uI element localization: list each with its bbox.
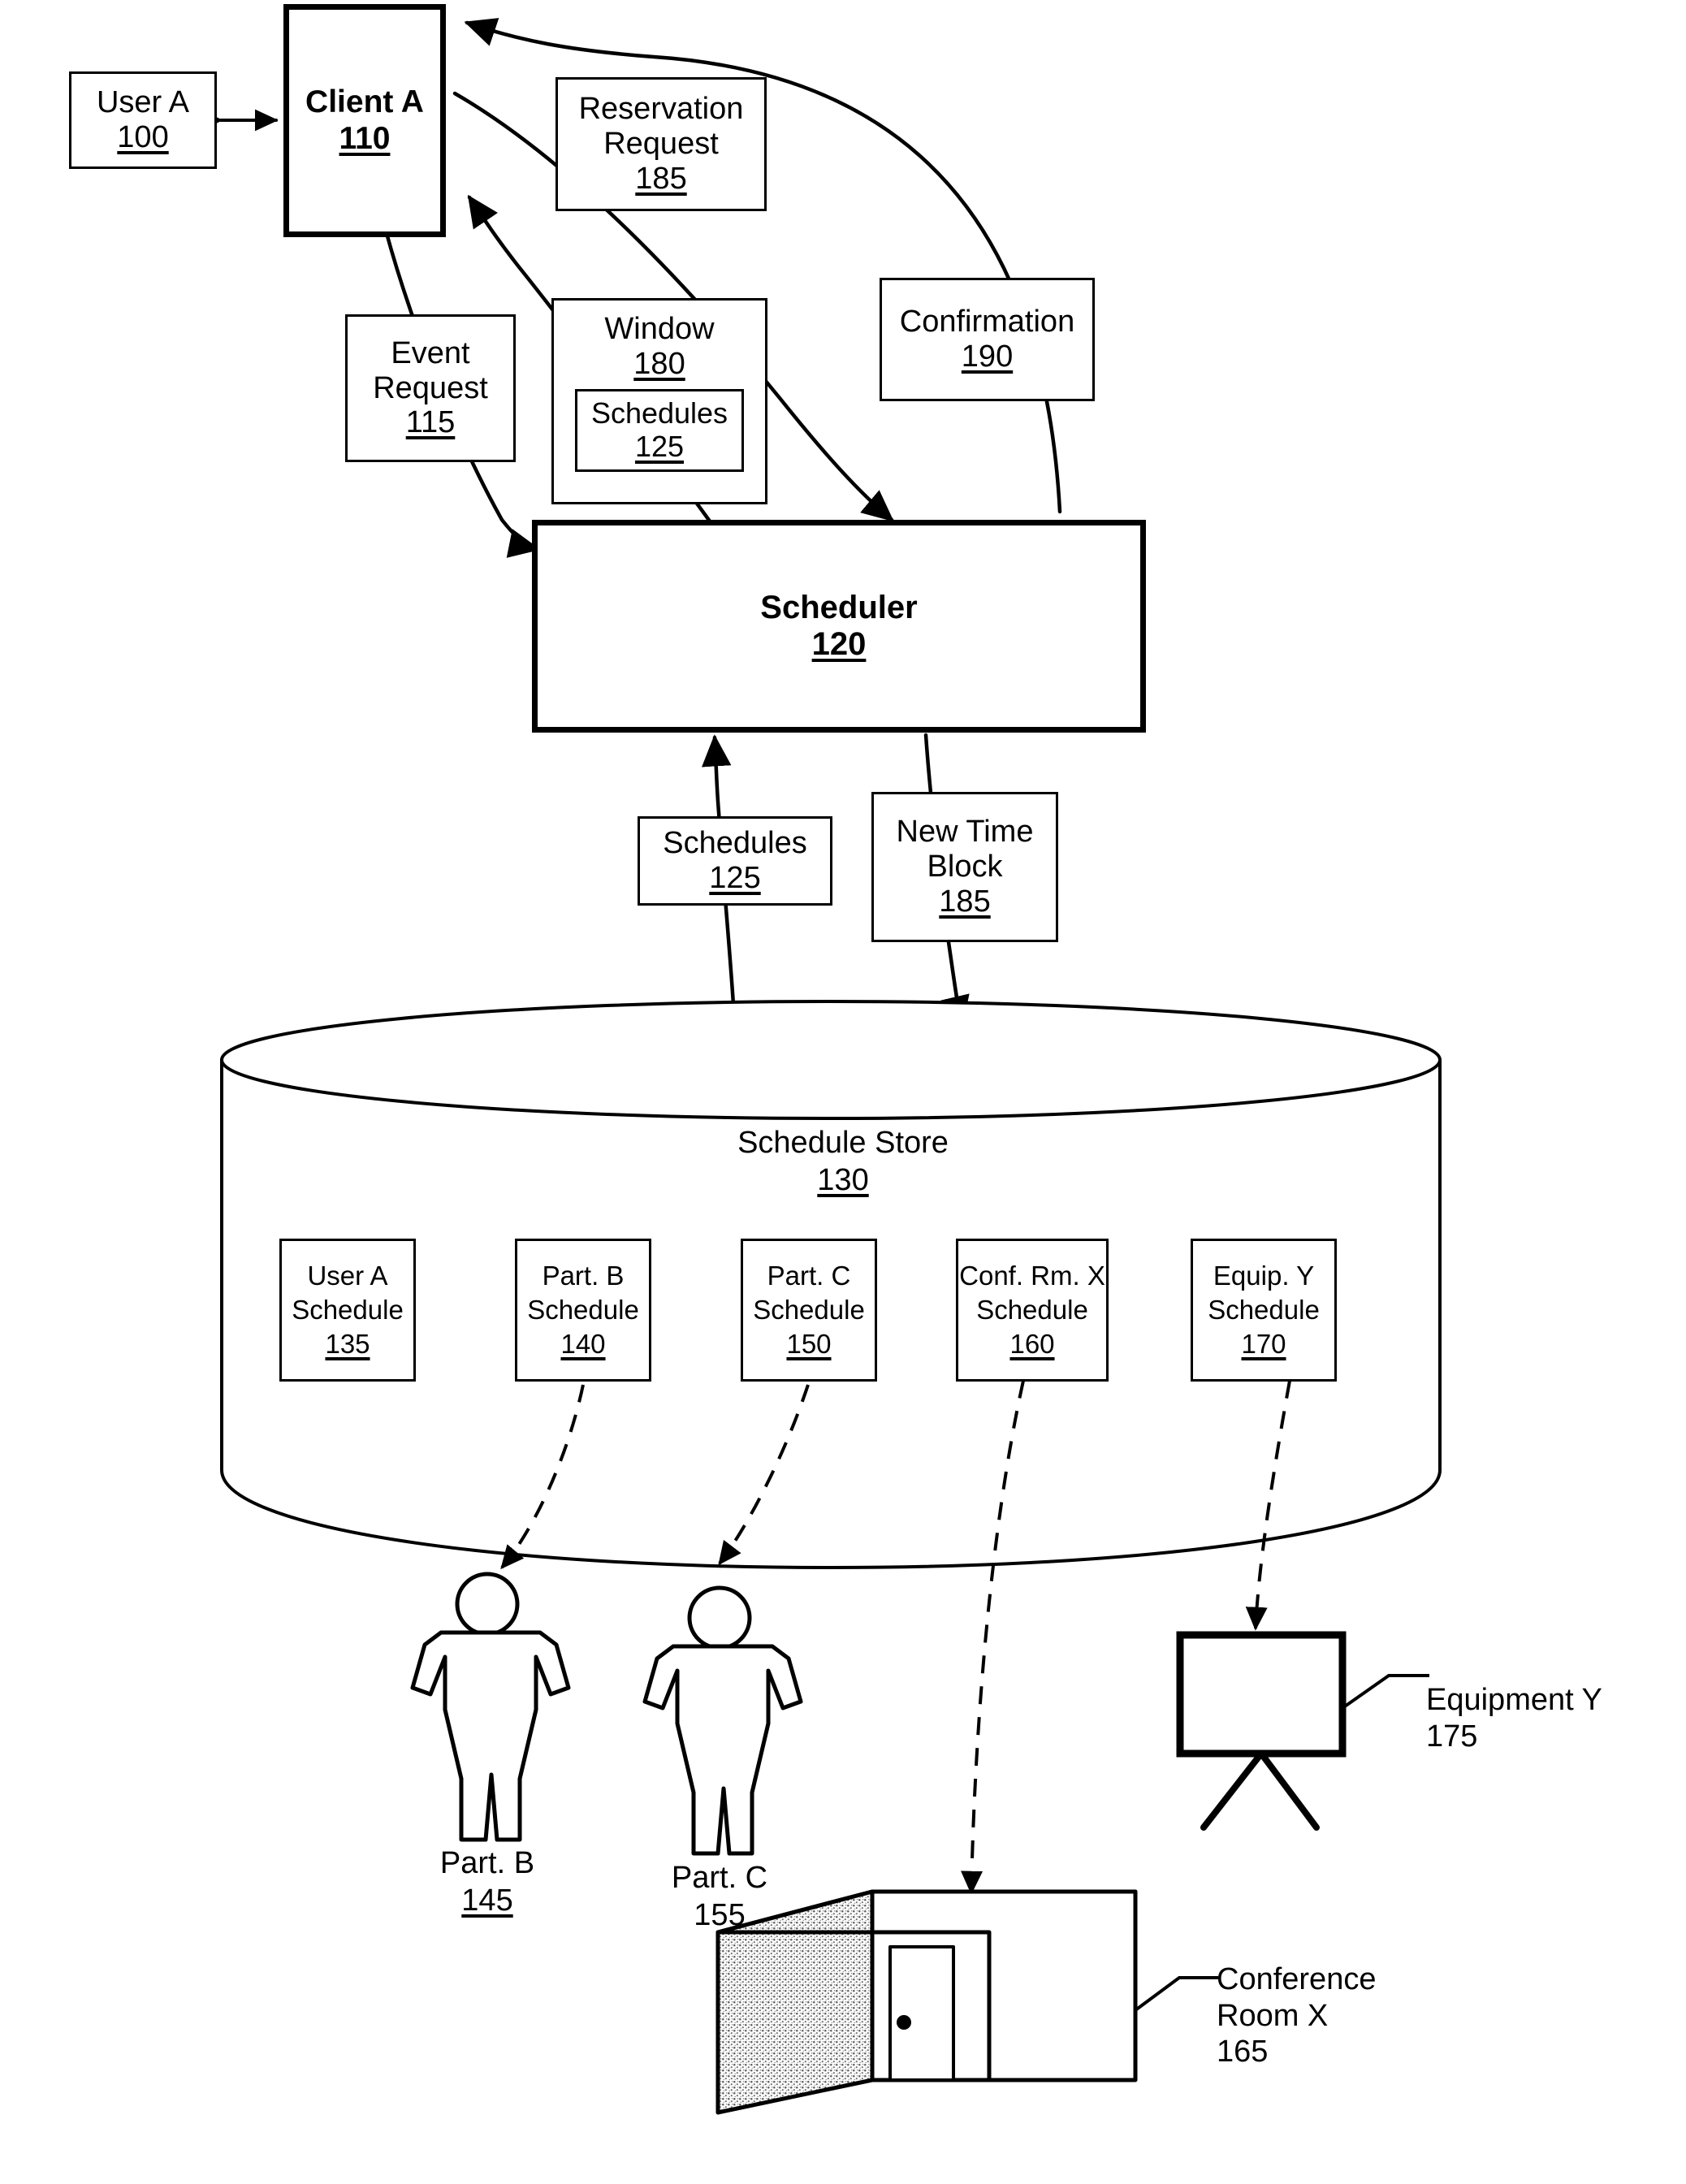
caption-participant-c-label: Part. C xyxy=(671,1861,768,1895)
node-window-schedules-label: Schedules xyxy=(590,396,728,430)
projector-screen-icon xyxy=(1176,1631,1347,1831)
schedule-card-part-b: Part. B Schedule 140 xyxy=(515,1239,651,1382)
node-confirmation-ref: 190 xyxy=(961,339,1014,374)
equipment-leader-line xyxy=(1341,1674,1429,1710)
schedule-card-equip-y-line2: Schedule xyxy=(1208,1294,1320,1325)
node-window-schedules-ref: 125 xyxy=(634,429,685,463)
node-reservation-request-label: Reservation Request xyxy=(578,92,744,162)
schedule-card-conf-room-x-line2: Schedule xyxy=(976,1294,1088,1325)
schedule-card-part-b-ref: 140 xyxy=(560,1329,606,1360)
node-window-ref: 180 xyxy=(633,346,685,381)
conference-room-leader-line xyxy=(1134,1976,1218,2012)
patent-figure: User A 100 Client A 110 Reservation Requ… xyxy=(0,0,1686,2184)
person-figure-icon-c xyxy=(642,1585,803,1856)
schedule-card-conf-room-x: Conf. Rm. X Schedule 160 xyxy=(956,1239,1109,1382)
connector-conf-room-schedule-to-room xyxy=(961,1380,1025,1895)
node-schedules-ref: 125 xyxy=(709,861,761,895)
schedule-card-user-a-line1: User A xyxy=(307,1260,388,1291)
node-client-a-ref: 110 xyxy=(339,120,391,156)
node-user-a-label: User A xyxy=(96,85,190,120)
node-window: Window 180 Schedules 125 xyxy=(551,298,767,504)
schedule-card-part-c-line2: Schedule xyxy=(753,1294,865,1325)
node-schedules: Schedules 125 xyxy=(638,816,832,906)
node-reservation-request: Reservation Request 185 xyxy=(556,77,767,211)
node-new-time-block-ref: 185 xyxy=(939,884,991,919)
schedule-card-part-b-line1: Part. B xyxy=(542,1260,625,1291)
node-window-schedules: Schedules 125 xyxy=(575,388,744,472)
connector-equip-schedule-to-equipment xyxy=(1245,1380,1291,1631)
node-confirmation: Confirmation 190 xyxy=(880,278,1095,401)
caption-conference-room-x-label: Conference Room X xyxy=(1217,1961,1377,2033)
store-cylinder-top xyxy=(220,1000,1442,1120)
store-caption: Schedule Store 130 xyxy=(0,1125,1686,1199)
schedule-card-part-c-line1: Part. C xyxy=(767,1260,851,1291)
caption-equipment-y: Equipment Y 175 xyxy=(1426,1646,1670,1791)
caption-participant-c: Part. C 155 xyxy=(622,1860,817,1934)
schedule-card-part-c: Part. C Schedule 150 xyxy=(741,1239,877,1382)
node-new-time-block-label: New Time Block xyxy=(896,815,1034,884)
store-label: Schedule Store xyxy=(737,1126,949,1160)
node-client-a: Client A 110 xyxy=(283,4,446,237)
node-client-a-label: Client A xyxy=(305,84,424,120)
person-figure-icon-b xyxy=(410,1572,571,1842)
schedule-card-user-a-ref: 135 xyxy=(325,1329,370,1360)
node-scheduler: Scheduler 120 xyxy=(532,520,1146,733)
node-user-a: User A 100 xyxy=(69,71,217,169)
node-window-label: Window xyxy=(604,312,715,346)
node-schedules-label: Schedules xyxy=(663,826,807,861)
node-scheduler-label: Scheduler xyxy=(760,589,918,625)
schedule-card-user-a: User A Schedule 135 xyxy=(279,1239,416,1382)
node-user-a-ref: 100 xyxy=(117,120,169,154)
schedule-card-equip-y: Equip. Y Schedule 170 xyxy=(1191,1239,1337,1382)
caption-participant-b-ref: 145 xyxy=(461,1883,513,1918)
caption-equipment-y-label: Equipment Y xyxy=(1426,1682,1602,1717)
caption-equipment-y-ref: 175 xyxy=(1426,1719,1478,1754)
connector-part-b-schedule-to-person xyxy=(500,1384,585,1570)
caption-participant-b-label: Part. B xyxy=(439,1846,535,1880)
node-event-request-ref: 115 xyxy=(405,405,456,440)
node-event-request: Event Request 115 xyxy=(345,314,516,462)
schedule-card-part-b-line2: Schedule xyxy=(527,1294,639,1325)
schedule-card-user-a-line2: Schedule xyxy=(292,1294,404,1325)
schedule-card-part-c-ref: 150 xyxy=(786,1329,832,1360)
connector-layer xyxy=(199,18,1442,2115)
node-reservation-request-ref: 185 xyxy=(635,161,687,196)
node-scheduler-ref: 120 xyxy=(811,626,867,662)
node-event-request-label: Event Request xyxy=(373,335,488,405)
caption-participant-b: Part. B 145 xyxy=(390,1845,585,1919)
schedule-card-equip-y-line1: Equip. Y xyxy=(1213,1260,1315,1291)
schedule-card-conf-room-x-line1: Conf. Rm. X xyxy=(959,1260,1105,1291)
schedule-card-equip-y-ref: 170 xyxy=(1241,1329,1286,1360)
caption-conference-room-x-ref: 165 xyxy=(1217,2035,1269,2069)
node-new-time-block: New Time Block 185 xyxy=(871,792,1058,942)
caption-conference-room-x: Conference Room X 165 xyxy=(1217,1925,1485,2107)
store-ref: 130 xyxy=(817,1162,869,1197)
connector-part-c-schedule-to-person xyxy=(718,1384,810,1566)
node-confirmation-label: Confirmation xyxy=(899,305,1075,339)
caption-participant-c-ref: 155 xyxy=(694,1897,746,1932)
schedule-card-conf-room-x-ref: 160 xyxy=(1009,1329,1055,1360)
